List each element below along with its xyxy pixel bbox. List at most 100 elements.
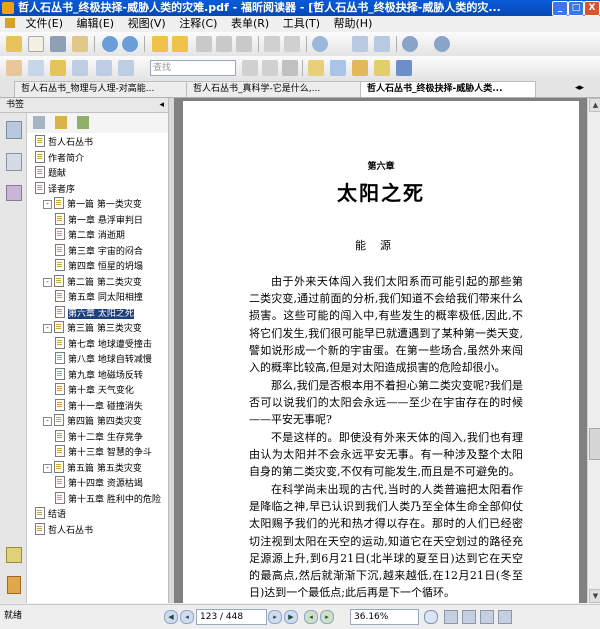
collapse-toggle-icon[interactable]: - (43, 277, 52, 287)
bookmark-item[interactable]: 第十章 天气变化 (55, 383, 134, 396)
new-document-icon[interactable] (28, 36, 44, 52)
print-icon[interactable] (50, 36, 66, 52)
text-tool-icon[interactable] (72, 60, 88, 76)
attachment-icon[interactable] (7, 576, 21, 594)
menu-tools[interactable]: 工具(T) (278, 16, 325, 32)
search-options-icon[interactable] (282, 60, 298, 76)
bookmark-item[interactable]: 第二章 消逝期 (55, 228, 125, 241)
zoom-icon[interactable] (312, 36, 328, 52)
bookmark-options-icon[interactable] (77, 116, 89, 129)
previous-page-icon[interactable] (102, 36, 118, 52)
note-icon[interactable] (308, 60, 324, 76)
bookmark-item[interactable]: 第四章 恒星的坍塌 (55, 259, 143, 272)
close-button[interactable]: X (584, 1, 600, 16)
scroll-up-icon[interactable]: ▲ (589, 98, 600, 112)
layers-panel-icon[interactable] (6, 185, 22, 201)
redo-icon[interactable] (284, 36, 300, 52)
annotation-tool-icon[interactable] (50, 60, 66, 76)
bookmark-item[interactable]: - 第五篇 第五类灾变 (43, 460, 142, 474)
search-input[interactable]: 查找 (150, 60, 236, 76)
maximize-button[interactable]: □ (568, 1, 584, 16)
prev-page-icon[interactable]: ◂ (180, 610, 194, 624)
bookmark-item[interactable]: - 第二篇 第二类灾变 (43, 274, 142, 288)
zoom-out-status-icon[interactable] (424, 610, 438, 624)
bookmark-item[interactable]: 第五章 同太阳相撞 (55, 290, 143, 303)
bookmark-item[interactable]: 第十三章 智慧的争斗 (55, 445, 152, 458)
email-icon[interactable] (72, 36, 88, 52)
continuous-view-icon[interactable] (462, 610, 476, 624)
menu-file[interactable]: 文件(E) (21, 16, 69, 32)
menu-edit[interactable]: 编辑(E) (72, 16, 120, 32)
collapse-panel-icon[interactable]: ◂ (159, 98, 164, 112)
collapse-toggle-icon[interactable]: - (43, 463, 52, 473)
vertical-scrollbar[interactable]: ▲ ▼ (587, 98, 600, 603)
bookmark-item[interactable]: - 第一篇 第一类灾变 (43, 197, 142, 210)
highlight-icon[interactable] (352, 60, 368, 76)
bookmark-item[interactable]: 题献 (35, 166, 66, 179)
bookmark-item[interactable]: 作者简介 (35, 150, 84, 164)
tab-document-2[interactable]: 哲人石丛书_真科学-它是什么,... (186, 81, 362, 97)
first-page-icon[interactable]: ◀ (164, 610, 178, 624)
tab-scroll-icon[interactable]: ◂▸ (575, 83, 584, 93)
scroll-down-icon[interactable]: ▼ (589, 589, 600, 603)
select-text-icon[interactable] (28, 60, 44, 76)
page-number-field[interactable]: 123 / 448 (196, 609, 267, 625)
bookmark-item[interactable]: - 第四篇 第四类灾变 (43, 414, 142, 427)
open-folder-icon[interactable] (6, 36, 22, 52)
fit-width-icon[interactable] (374, 36, 390, 52)
pages-panel-icon[interactable] (6, 153, 22, 171)
bookmark-item[interactable]: 译者序 (35, 181, 75, 195)
delete-bookmark-icon[interactable] (33, 116, 45, 129)
paste-icon[interactable] (236, 36, 252, 52)
arrow-tool-icon[interactable] (396, 60, 412, 76)
forward-arrow-icon[interactable] (172, 36, 188, 52)
bookmark-item[interactable]: 第三章 宇宙的闷合 (55, 243, 143, 257)
image-icon[interactable] (330, 60, 346, 76)
continuous-facing-view-icon[interactable] (498, 610, 512, 624)
bookmark-item[interactable]: 第十四章 资源枯竭 (55, 476, 143, 489)
next-page-button-icon[interactable]: ▸ (268, 610, 282, 624)
zoom-out-icon[interactable] (402, 36, 418, 52)
bookmark-item[interactable]: 第一章 悬浮审判日 (55, 212, 143, 226)
comments-panel-icon[interactable] (6, 547, 22, 563)
hand-tool-icon[interactable] (6, 60, 22, 76)
zoom-level-field[interactable]: 36.16% (350, 609, 419, 625)
tab-document-3[interactable]: 哲人石丛书_终极抉择-威胁人类... (360, 81, 536, 97)
collapse-toggle-icon[interactable]: - (43, 200, 52, 209)
zoom-in-icon[interactable] (434, 36, 450, 52)
undo-icon[interactable] (264, 36, 280, 52)
bookmark-item[interactable]: 哲人石丛书 (35, 135, 93, 148)
menu-comment[interactable]: 注释(C) (174, 16, 222, 32)
search-prev-icon[interactable] (242, 60, 258, 76)
bookmark-item[interactable]: 结语 (35, 507, 66, 520)
comment-icon[interactable] (374, 60, 390, 76)
tab-document-1[interactable]: 哲人石丛书_物理与人理-对高能... (14, 81, 188, 97)
collapse-toggle-icon[interactable]: - (43, 324, 52, 333)
bookmarks-panel-icon[interactable] (6, 121, 22, 139)
bookmark-item-selected[interactable]: 第六章 太阳之死 (55, 305, 134, 319)
go-back-icon[interactable]: ◂ (304, 610, 318, 624)
facing-view-icon[interactable] (480, 610, 494, 624)
bookmark-item[interactable]: - 第三篇 第三类灾变 (43, 321, 142, 334)
cut-icon[interactable] (196, 36, 212, 52)
back-arrow-icon[interactable] (152, 36, 168, 52)
add-bookmark-icon[interactable] (55, 116, 67, 129)
copy-icon[interactable] (216, 36, 232, 52)
menu-view[interactable]: 视图(V) (123, 16, 171, 32)
bookmark-item[interactable]: 第十一章 碰撞消失 (55, 398, 143, 412)
fit-page-icon[interactable] (352, 36, 368, 52)
snapshot-icon[interactable] (118, 60, 134, 76)
go-forward-icon[interactable]: ▸ (320, 610, 334, 624)
bookmark-item[interactable]: 第七章 地球遭受撞击 (55, 336, 152, 350)
search-next-icon[interactable] (262, 60, 278, 76)
bookmark-item[interactable]: 第九章 地磁场反转 (55, 367, 143, 381)
document-menu-icon[interactable] (5, 18, 15, 28)
bookmark-item[interactable]: 第十五章 胜利中的危险 (55, 491, 161, 505)
typewriter-icon[interactable] (96, 60, 112, 76)
menu-help[interactable]: 帮助(H) (329, 16, 378, 32)
collapse-toggle-icon[interactable]: - (43, 417, 52, 426)
menu-form[interactable]: 表单(R) (226, 16, 274, 32)
scroll-thumb[interactable] (589, 428, 600, 460)
single-page-view-icon[interactable] (444, 610, 458, 624)
bookmark-item[interactable]: 第八章 地球自转减慢 (55, 352, 152, 365)
